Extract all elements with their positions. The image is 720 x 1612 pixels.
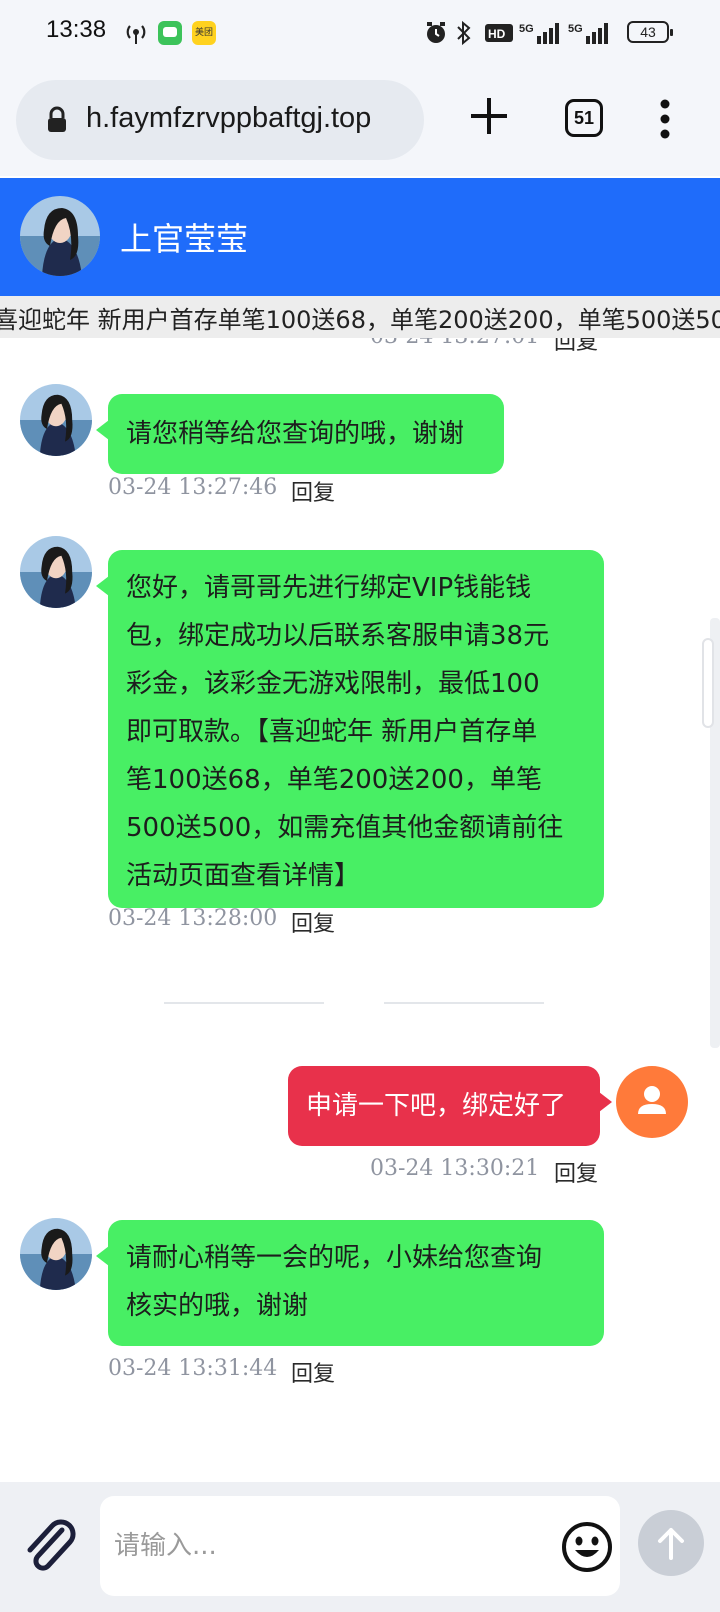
svg-text:5G: 5G [519,23,534,35]
message-line: 请耐心稍等一会的呢，小妹给您查询 [126,1243,543,1273]
reply-button[interactable]: 回复 [291,1356,335,1388]
message-bubble[interactable]: 请耐心稍等一会的呢，小妹给您查询 核实的哦，谢谢 [96,1220,604,1346]
message-line: 包，绑定成功以后联系客服申请38元 [126,621,550,651]
more-vert-icon[interactable] [652,98,678,140]
send-button[interactable] [638,1510,704,1576]
paperclip-icon[interactable] [22,1516,78,1576]
input-bar [0,1482,720,1612]
message-bubble-sent[interactable]: 申请一下吧，绑定好了 [288,1066,612,1146]
browser-toolbar: h.faymfzrvppbaftgj.top 51 [0,66,720,176]
status-time: 13:38 [46,16,107,43]
message-line: 500送500，如需充值其他金额请前往 [126,813,564,843]
message-line: 活动页面查看详情】 [126,861,361,891]
message-text: 请您稍等给您查询的哦，谢谢 [126,419,465,449]
messages-app-icon [158,21,182,45]
alarm-icon [427,22,445,43]
user-avatar [616,1066,688,1138]
reply-button[interactable]: 回复 [554,1156,598,1188]
chat-page: 13:38 美团 HD 5G 5G 43 h.faymfzrvppbaftgj.… [0,0,720,1612]
agent-avatar [20,1218,92,1290]
tabs-button[interactable]: 51 [565,99,603,137]
signal-5g-icon: 5G [519,23,559,44]
divider [384,1002,544,1004]
message-bubble[interactable]: 您好，请哥哥先进行绑定VIP钱能钱 包，绑定成功以后联系客服申请38元 彩金，该… [96,550,604,908]
message-input[interactable] [114,1524,534,1568]
svg-text:HD: HD [488,27,506,41]
user-icon [638,1086,666,1114]
status-bar: 13:38 美团 HD 5G 5G 43 [0,0,720,66]
send-arrow-icon [658,1528,684,1560]
announcement-text: 喜迎蛇年 新用户首存单笔100送68，单笔200送200，单笔500送500 [0,306,720,334]
message-time: 03-24 13:27:01 [370,338,539,349]
url-bar[interactable]: h.faymfzrvppbaftgj.top [16,80,424,160]
svg-text:5G: 5G [568,23,583,35]
message-time: 03-24 13:27:46 [108,475,278,500]
hd-icon: HD [485,24,513,42]
divider [164,1002,324,1004]
message-time: 03-24 13:28:00 [108,906,278,931]
contact-avatar[interactable] [20,196,100,276]
url-text[interactable]: h.faymfzrvppbaftgj.top [86,102,371,135]
reply-button[interactable]: 回复 [291,906,335,938]
agent-avatar [20,384,92,456]
reply-button[interactable]: 回复 [554,338,598,356]
emoji-icon[interactable] [560,1520,614,1574]
message-input-box[interactable] [100,1496,620,1596]
message-line: 彩金，该彩金无游戏限制，最低100 [126,669,540,699]
plus-icon[interactable] [467,94,511,138]
contact-name: 上官莹莹 [120,220,249,258]
battery-indicator: 43 [627,21,673,43]
hotspot-icon [126,25,146,44]
message-bubble[interactable]: 请您稍等给您查询的哦，谢谢 [96,394,504,474]
message-line: 核实的哦，谢谢 [126,1291,309,1321]
agent-avatar [20,536,92,608]
signal-5g-icon-2: 5G [568,23,608,44]
message-time: 03-24 13:31:44 [108,1356,278,1381]
meituan-app-icon: 美团 [192,21,216,45]
chat-header: 上官莹莹 [0,178,720,296]
announcement-marquee: 喜迎蛇年 新用户首存单笔100送68，单笔200送200，单笔500送500 [0,296,720,338]
message-line: 您好，请哥哥先进行绑定VIP钱能钱 [126,573,532,603]
lock-icon [48,106,66,132]
scrollbar-thumb[interactable] [702,638,714,728]
bluetooth-icon [457,20,471,46]
message-list[interactable]: 03-24 13:27:01 回复 请您稍等给您查询的哦，谢谢 03-24 13… [0,338,720,1482]
message-text: 申请一下吧，绑定好了 [306,1091,567,1121]
message-line: 即可取款。【喜迎蛇年 新用户首存单 [126,717,538,747]
message-line: 笔100送68，单笔200送200，单笔 [126,765,542,795]
message-time: 03-24 13:30:21 [370,1156,540,1181]
reply-button[interactable]: 回复 [291,475,335,507]
